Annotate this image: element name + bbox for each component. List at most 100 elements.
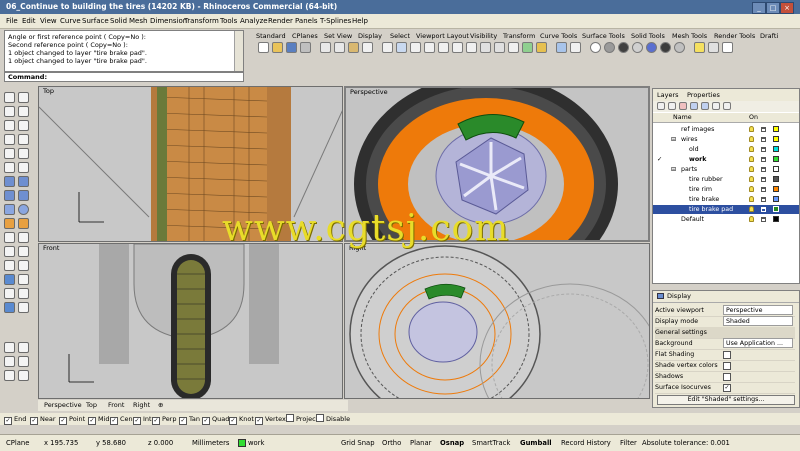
- ortho-toggle[interactable]: Ortho: [382, 438, 401, 448]
- lock-icon[interactable]: [761, 217, 766, 222]
- print-icon[interactable]: [300, 42, 311, 53]
- new-sublayer-icon[interactable]: [668, 102, 676, 110]
- tab-surface-tools[interactable]: Surface Tools: [582, 31, 625, 41]
- osnap-quad[interactable]: ✓ Quad: [202, 414, 229, 425]
- four-viewports-icon[interactable]: [480, 42, 491, 53]
- layer-color-swatch[interactable]: [773, 216, 779, 222]
- fillet-icon[interactable]: [18, 218, 29, 229]
- background-select[interactable]: Use Application ...: [723, 338, 793, 348]
- options-icon[interactable]: [708, 42, 719, 53]
- record-history-toggle[interactable]: Record History: [561, 438, 611, 448]
- add-viewport-tab-icon[interactable]: ⊕: [158, 401, 163, 410]
- menu-view[interactable]: View: [40, 16, 57, 26]
- tab-layers[interactable]: Layers: [657, 90, 679, 100]
- shaded-sphere-icon[interactable]: [604, 42, 615, 53]
- box-icon[interactable]: [4, 204, 15, 215]
- osnap-toggle[interactable]: Osnap: [440, 438, 464, 448]
- menu-tsplines[interactable]: T-Splines: [320, 16, 351, 26]
- cut-icon[interactable]: [320, 42, 331, 53]
- polygon-icon[interactable]: [18, 148, 29, 159]
- join-icon[interactable]: [18, 274, 29, 285]
- delete-layer-icon[interactable]: [679, 102, 687, 110]
- maximize-button[interactable]: □: [766, 2, 780, 14]
- analyze-icon[interactable]: [4, 356, 15, 367]
- tab-mesh-tools[interactable]: Mesh Tools: [672, 31, 707, 41]
- osnap-tan[interactable]: ✓ Tan: [179, 414, 200, 425]
- viewport-tab-perspective[interactable]: Perspective: [44, 401, 82, 410]
- layer-color-swatch[interactable]: [773, 166, 779, 172]
- menu-mesh[interactable]: Mesh: [129, 16, 147, 26]
- material-sphere-icon[interactable]: [674, 42, 685, 53]
- expand-toggle-icon[interactable]: ⊟: [671, 135, 676, 144]
- minimize-button[interactable]: _: [752, 2, 766, 14]
- open-file-icon[interactable]: [272, 42, 283, 53]
- shadows-checkbox[interactable]: [723, 373, 731, 381]
- shade-vertex-colors-checkbox[interactable]: [723, 362, 731, 370]
- menu-help[interactable]: Help: [352, 16, 368, 26]
- select-points-icon[interactable]: [18, 92, 29, 103]
- osnap-knot[interactable]: ✓ Knot: [229, 414, 254, 425]
- viewport-label-front[interactable]: Front: [41, 244, 62, 253]
- viewport-label-perspective[interactable]: Perspective: [348, 88, 390, 97]
- column-on[interactable]: On: [749, 113, 758, 122]
- layer-row-selected[interactable]: tire brake pad: [653, 205, 799, 214]
- osnap-vertex[interactable]: ✓ Vertex: [255, 414, 286, 425]
- menu-solid[interactable]: Solid: [110, 16, 127, 26]
- light-bulb-icon[interactable]: [749, 146, 754, 152]
- leader-icon[interactable]: [18, 342, 29, 353]
- sphere-icon[interactable]: [18, 204, 29, 215]
- tab-display[interactable]: Display: [358, 31, 382, 41]
- layer-color-swatch[interactable]: [773, 176, 779, 182]
- menu-surface[interactable]: Surface: [82, 16, 109, 26]
- filter-icon[interactable]: [712, 102, 720, 110]
- trim-icon[interactable]: [18, 288, 29, 299]
- xray-sphere-icon[interactable]: [646, 42, 657, 53]
- zoom-extents-icon[interactable]: [438, 42, 449, 53]
- osnap-end[interactable]: ✓ End: [4, 414, 26, 425]
- osnap-perp[interactable]: ✓ Perp: [152, 414, 177, 425]
- render-sphere-icon[interactable]: [660, 42, 671, 53]
- layer-row-current[interactable]: ✓ work: [653, 155, 799, 164]
- curve-icon[interactable]: [4, 120, 15, 131]
- select-arrow-icon[interactable]: [4, 92, 15, 103]
- lock-icon[interactable]: [761, 177, 766, 182]
- rotate-icon[interactable]: [18, 246, 29, 257]
- group-icon[interactable]: [18, 302, 29, 313]
- undo-icon[interactable]: [362, 42, 373, 53]
- menu-file[interactable]: File: [6, 16, 18, 26]
- zoom-window-icon[interactable]: [424, 42, 435, 53]
- layer-icon[interactable]: [556, 42, 567, 53]
- layer-row[interactable]: tire rubber: [653, 175, 799, 184]
- menu-transform[interactable]: Transform: [184, 16, 219, 26]
- tab-solid-tools[interactable]: Solid Tools: [631, 31, 665, 41]
- text-icon[interactable]: [4, 162, 15, 173]
- planar-toggle[interactable]: Planar: [410, 438, 431, 448]
- osnap-int[interactable]: ✓ Int: [133, 414, 152, 425]
- lock-icon[interactable]: [761, 197, 766, 202]
- zoom-icon[interactable]: [410, 42, 421, 53]
- osnap-near[interactable]: ✓ Near: [30, 414, 56, 425]
- osnap-point[interactable]: ✓ Point: [59, 414, 85, 425]
- layer-row[interactable]: ⊟ parts: [653, 165, 799, 174]
- layer-color-swatch[interactable]: [773, 206, 779, 212]
- boolean-icon[interactable]: [4, 218, 15, 229]
- offset-icon[interactable]: [18, 162, 29, 173]
- layer-color-swatch[interactable]: [773, 186, 779, 192]
- menu-edit[interactable]: Edit: [22, 16, 36, 26]
- tab-select[interactable]: Select: [390, 31, 410, 41]
- layer-row[interactable]: ref images: [653, 125, 799, 134]
- layer-color-swatch[interactable]: [773, 146, 779, 152]
- polyline-icon[interactable]: [18, 106, 29, 117]
- current-layer-label[interactable]: work: [248, 438, 264, 448]
- new-layer-icon[interactable]: [657, 102, 665, 110]
- history-scrollbar[interactable]: [234, 31, 243, 71]
- zebra-icon[interactable]: [4, 370, 15, 381]
- dimension-icon[interactable]: [4, 342, 15, 353]
- lock-icon[interactable]: [761, 167, 766, 172]
- light-bulb-icon[interactable]: [749, 176, 754, 182]
- rotate-view-icon[interactable]: [396, 42, 407, 53]
- move-icon[interactable]: [4, 246, 15, 257]
- osnap-mid[interactable]: ✓ Mid: [88, 414, 110, 425]
- move-up-icon[interactable]: [690, 102, 698, 110]
- osnap-project[interactable]: Project: [286, 414, 318, 424]
